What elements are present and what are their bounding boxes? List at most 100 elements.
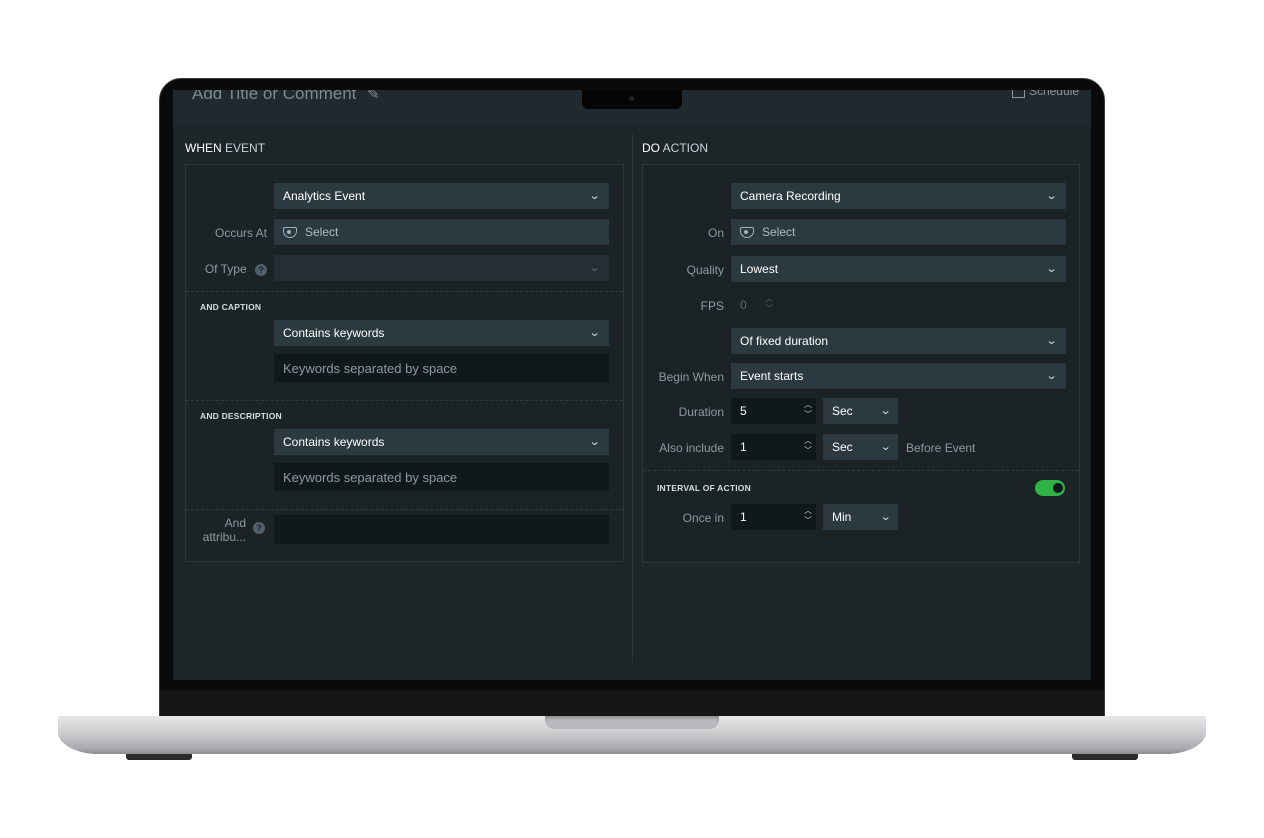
when-title-strong: WHEN xyxy=(185,141,222,155)
app-screen: Add Title or Comment ✎ Schedule WHEN EVE… xyxy=(173,90,1091,680)
once-in-unit-select[interactable]: Min ⌄ xyxy=(823,504,898,530)
description-section-label: AND DESCRIPTION xyxy=(200,411,282,421)
chevron-down-icon: ⌄ xyxy=(1045,370,1058,382)
webcam-icon xyxy=(629,96,634,101)
chevron-down-icon: ⌄ xyxy=(588,190,601,202)
when-section-title: WHEN EVENT xyxy=(185,141,265,155)
duration-label: Duration xyxy=(678,405,724,419)
chevron-down-icon: ⌄ xyxy=(588,327,601,339)
once-in-stepper[interactable]: 1 ︿ ﹀ xyxy=(731,504,816,530)
also-include-value: 1 xyxy=(740,440,747,454)
occurs-at-select[interactable]: Select xyxy=(274,219,609,245)
before-event-label: Before Event xyxy=(906,441,976,455)
chevron-down-icon: ⌄ xyxy=(1045,190,1058,202)
quality-select[interactable]: Lowest ⌄ xyxy=(731,256,1066,282)
on-camera-value: Select xyxy=(762,225,796,239)
description-match-select[interactable]: Contains keywords ⌄ xyxy=(274,429,609,455)
also-include-unit-value: Sec xyxy=(832,440,853,454)
also-include-stepper[interactable]: 1 ︿ ﹀ xyxy=(731,434,816,460)
description-match-value: Contains keywords xyxy=(283,435,385,449)
fps-label: FPS xyxy=(700,299,724,313)
attribute-label: And attribu... xyxy=(186,516,246,544)
when-panel: Analytics Event ⌄ Occurs At Select Of Ty… xyxy=(185,164,624,562)
quality-value: Lowest xyxy=(740,262,779,276)
event-type-select[interactable]: Analytics Event ⌄ xyxy=(274,183,609,209)
begin-when-select[interactable]: Event starts ⌄ xyxy=(731,363,1066,389)
action-type-select[interactable]: Camera Recording ⌄ xyxy=(731,183,1066,209)
caption-keywords-placeholder: Keywords separated by space xyxy=(283,360,458,376)
stepper-arrows-icon[interactable]: ︿ ﹀ xyxy=(804,436,812,456)
stepper-arrows-icon[interactable]: ︿ ﹀ xyxy=(804,400,812,420)
once-in-unit-value: Min xyxy=(832,510,852,524)
description-keywords-input[interactable]: Keywords separated by space xyxy=(274,463,609,491)
chevron-down-icon: ⌄ xyxy=(879,441,892,453)
attribute-input[interactable] xyxy=(274,515,609,544)
schedule-checkbox[interactable] xyxy=(1011,90,1025,98)
once-in-value: 1 xyxy=(740,510,747,524)
also-include-unit-select[interactable]: Sec ⌄ xyxy=(823,434,898,460)
stepper-arrows-icon[interactable]: ︿ ﹀ xyxy=(765,294,773,314)
duration-value: 5 xyxy=(740,404,747,418)
divider xyxy=(186,509,623,510)
begin-when-value: Event starts xyxy=(740,369,804,383)
occurs-at-label: Occurs At xyxy=(214,226,267,240)
attribute-label-line2: attribu... xyxy=(202,530,246,544)
description-keywords-placeholder: Keywords separated by space xyxy=(283,469,458,485)
caption-match-select[interactable]: Contains keywords ⌄ xyxy=(274,320,609,346)
event-type-value: Analytics Event xyxy=(283,189,366,203)
of-type-select[interactable]: ⌄ xyxy=(274,255,609,281)
screen-bezel-bottom xyxy=(160,690,1104,716)
duration-mode-value: Of fixed duration xyxy=(740,334,829,348)
column-divider xyxy=(632,134,633,662)
duration-unit-select[interactable]: Sec ⌄ xyxy=(823,398,898,424)
camera-notch xyxy=(582,90,682,109)
attribute-label-line1: And xyxy=(224,516,246,530)
on-camera-select[interactable]: Select xyxy=(731,219,1066,245)
interval-section-label: INTERVAL OF ACTION xyxy=(657,483,751,493)
on-label: On xyxy=(707,226,724,240)
caption-match-value: Contains keywords xyxy=(283,326,385,340)
fps-value: 0 xyxy=(740,298,747,312)
interval-toggle[interactable] xyxy=(1035,480,1065,496)
help-icon[interactable]: ? xyxy=(255,264,267,276)
of-type-label-row: Of Type ? xyxy=(186,262,267,276)
caption-keywords-input[interactable]: Keywords separated by space xyxy=(274,354,609,382)
stepper-arrows-icon[interactable]: ︿ ﹀ xyxy=(804,506,812,526)
title-comment-text: Add Title or Comment xyxy=(192,90,357,103)
once-in-label: Once in xyxy=(682,511,724,525)
of-type-label: Of Type xyxy=(204,262,247,276)
duration-stepper[interactable]: 5 ︿ ﹀ xyxy=(731,398,816,424)
when-title-rest: EVENT xyxy=(225,141,266,155)
begin-when-label: Begin When xyxy=(658,370,724,384)
chevron-down-icon: ⌄ xyxy=(588,262,601,274)
chevron-down-icon: ⌄ xyxy=(1045,263,1058,275)
schedule-toggle[interactable]: Schedule xyxy=(1011,90,1079,98)
chevron-down-icon: ⌄ xyxy=(879,511,892,523)
do-title-rest: ACTION xyxy=(662,141,709,155)
do-title-strong: DO xyxy=(642,141,660,155)
action-type-value: Camera Recording xyxy=(740,189,841,203)
title-comment-field[interactable]: Add Title or Comment ✎ xyxy=(192,90,380,104)
also-include-label: Also include xyxy=(659,441,724,455)
divider xyxy=(186,400,623,401)
duration-mode-select[interactable]: Of fixed duration ⌄ xyxy=(731,328,1066,354)
divider xyxy=(643,470,1079,471)
laptop-foot-left xyxy=(126,754,192,760)
occurs-at-value: Select xyxy=(305,225,339,239)
do-section-title: DO ACTION xyxy=(642,141,708,155)
schedule-label: Schedule xyxy=(1028,90,1079,98)
chevron-down-icon: ⌄ xyxy=(1045,335,1058,347)
laptop-foot-right xyxy=(1072,754,1138,760)
camera-icon xyxy=(283,226,297,238)
quality-label: Quality xyxy=(686,263,724,277)
pencil-icon[interactable]: ✎ xyxy=(367,90,380,103)
chevron-down-icon: ⌄ xyxy=(588,436,601,448)
help-icon[interactable]: ? xyxy=(253,522,265,534)
duration-unit-value: Sec xyxy=(832,404,853,418)
chevron-down-icon: ⌄ xyxy=(879,405,892,417)
laptop-opening-notch xyxy=(545,716,719,729)
do-panel: Camera Recording ⌄ On Select Quality Low… xyxy=(642,164,1080,563)
fps-stepper[interactable]: 0 ︿ ﹀ xyxy=(731,292,777,318)
caption-section-label: AND CAPTION xyxy=(200,302,262,312)
divider xyxy=(186,291,623,292)
